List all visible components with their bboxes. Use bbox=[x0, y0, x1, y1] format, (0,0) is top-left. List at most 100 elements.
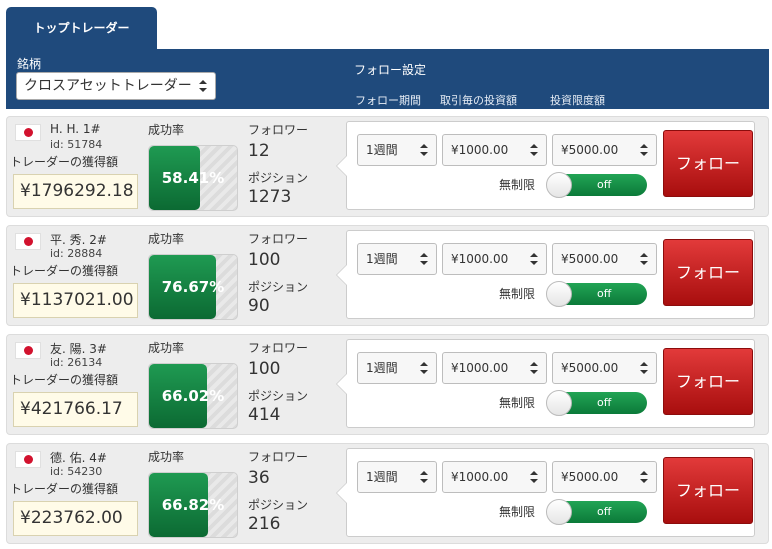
select-arrows-icon bbox=[420, 144, 428, 156]
limit-select[interactable]: ¥5000.00 bbox=[552, 134, 657, 166]
japan-flag-icon bbox=[15, 233, 41, 250]
period-select[interactable]: 1週間 bbox=[357, 352, 437, 384]
earnings-value: ¥421766.17 bbox=[13, 392, 138, 427]
per-trade-select-value: ¥1000.00 bbox=[451, 470, 509, 484]
per-trade-select-value: ¥1000.00 bbox=[451, 143, 509, 157]
follow-button[interactable]: フォロー bbox=[663, 457, 753, 524]
followers-label: フォロワー bbox=[248, 123, 309, 137]
trader-row: H. H. 1# id: 51784 トレーダーの獲得額 ¥1796292.18… bbox=[6, 116, 769, 217]
toggle-state-text: off bbox=[597, 505, 612, 518]
earnings-value: ¥1137021.00 bbox=[13, 283, 138, 318]
trader-name[interactable]: 平. 秀. 2# bbox=[50, 231, 107, 248]
success-rate-value: 66.82% bbox=[161, 496, 225, 514]
success-rate-value: 66.02% bbox=[161, 387, 225, 405]
follow-settings-panel: 1週間 ¥1000.00 ¥5000.00 無制限 off フォロー bbox=[336, 339, 755, 428]
followers-value: 36 bbox=[248, 468, 270, 488]
success-rate-label: 成功率 bbox=[148, 232, 185, 246]
limit-select[interactable]: ¥5000.00 bbox=[552, 352, 657, 384]
trader-id: id: 51784 bbox=[50, 138, 103, 151]
limit-select[interactable]: ¥5000.00 bbox=[552, 243, 657, 275]
column-header-period: フォロー期間 bbox=[355, 94, 421, 107]
followers-label: フォロワー bbox=[248, 341, 309, 355]
followers-value: 12 bbox=[248, 141, 270, 161]
success-rate-bar: 66.02% bbox=[148, 363, 238, 429]
select-arrows-icon bbox=[640, 144, 648, 156]
positions-label: ポジション bbox=[248, 280, 309, 294]
success-rate-label: 成功率 bbox=[148, 341, 185, 355]
earnings-value: ¥1796292.18 bbox=[13, 174, 138, 209]
period-select[interactable]: 1週間 bbox=[357, 461, 437, 493]
unlimited-label: 無制限 bbox=[499, 396, 536, 410]
limit-select-value: ¥5000.00 bbox=[561, 143, 619, 157]
trader-name[interactable]: 德. 佑. 4# bbox=[50, 449, 107, 466]
trader-row: 平. 秀. 2# id: 28884 トレーダーの獲得額 ¥1137021.00… bbox=[6, 225, 769, 326]
tab-top-traders[interactable]: トップトレーダー bbox=[6, 7, 157, 50]
per-trade-select[interactable]: ¥1000.00 bbox=[442, 352, 547, 384]
symbol-select-value: クロスアセットトレーダー bbox=[24, 78, 192, 94]
japan-flag-icon bbox=[15, 342, 41, 359]
toggle-knob bbox=[546, 499, 572, 525]
follow-settings-title: フォロー設定 bbox=[354, 63, 427, 77]
trader-row: 德. 佑. 4# id: 54230 トレーダーの獲得額 ¥223762.00 … bbox=[6, 443, 769, 544]
follow-button[interactable]: フォロー bbox=[663, 130, 753, 197]
column-header-limit: 投資限度額 bbox=[550, 94, 605, 107]
unlimited-label: 無制限 bbox=[499, 287, 536, 301]
select-arrows-icon bbox=[530, 362, 538, 374]
positions-value: 216 bbox=[248, 514, 281, 534]
period-select[interactable]: 1週間 bbox=[357, 243, 437, 275]
per-trade-select[interactable]: ¥1000.00 bbox=[442, 243, 547, 275]
unlimited-toggle[interactable]: off bbox=[546, 281, 647, 307]
positions-value: 90 bbox=[248, 296, 270, 316]
period-select-value: 1週間 bbox=[366, 470, 398, 484]
select-arrows-icon bbox=[530, 471, 538, 483]
followers-label: フォロワー bbox=[248, 232, 309, 246]
per-trade-select[interactable]: ¥1000.00 bbox=[442, 134, 547, 166]
trader-name[interactable]: H. H. 1# bbox=[50, 122, 101, 136]
followers-value: 100 bbox=[248, 250, 281, 270]
unlimited-label: 無制限 bbox=[499, 178, 536, 192]
trader-id: id: 28884 bbox=[50, 247, 103, 260]
success-rate-label: 成功率 bbox=[148, 450, 185, 464]
follow-settings-panel: 1週間 ¥1000.00 ¥5000.00 無制限 off フォロー bbox=[336, 121, 755, 210]
unlimited-toggle[interactable]: off bbox=[546, 390, 647, 416]
toggle-knob bbox=[546, 390, 572, 416]
period-select[interactable]: 1週間 bbox=[357, 134, 437, 166]
trader-row: 友. 陽. 3# id: 26134 トレーダーの獲得額 ¥421766.17 … bbox=[6, 334, 769, 435]
symbol-label: 銘柄 bbox=[17, 57, 42, 71]
success-rate-label: 成功率 bbox=[148, 123, 185, 137]
earnings-label: トレーダーの獲得額 bbox=[10, 264, 119, 278]
follow-settings-panel: 1週間 ¥1000.00 ¥5000.00 無制限 off フォロー bbox=[336, 448, 755, 537]
trader-name[interactable]: 友. 陽. 3# bbox=[50, 340, 107, 357]
limit-select-value: ¥5000.00 bbox=[561, 361, 619, 375]
positions-label: ポジション bbox=[248, 498, 309, 512]
earnings-label: トレーダーの獲得額 bbox=[10, 482, 119, 496]
per-trade-select-value: ¥1000.00 bbox=[451, 361, 509, 375]
unlimited-toggle[interactable]: off bbox=[546, 499, 647, 525]
period-select-value: 1週間 bbox=[366, 361, 398, 375]
select-arrows-icon bbox=[420, 471, 428, 483]
toggle-knob bbox=[546, 172, 572, 198]
follow-settings-panel: 1週間 ¥1000.00 ¥5000.00 無制限 off フォロー bbox=[336, 230, 755, 319]
positions-value: 414 bbox=[248, 405, 281, 425]
toggle-state-text: off bbox=[597, 396, 612, 409]
select-arrows-icon bbox=[530, 144, 538, 156]
limit-select[interactable]: ¥5000.00 bbox=[552, 461, 657, 493]
select-arrows-icon bbox=[199, 80, 207, 92]
toggle-knob bbox=[546, 281, 572, 307]
earnings-value: ¥223762.00 bbox=[13, 501, 138, 536]
success-rate-bar: 58.41% bbox=[148, 145, 238, 211]
per-trade-select[interactable]: ¥1000.00 bbox=[442, 461, 547, 493]
select-arrows-icon bbox=[420, 362, 428, 374]
success-rate-bar: 76.67% bbox=[148, 254, 238, 320]
period-select-value: 1週間 bbox=[366, 252, 398, 266]
follow-button[interactable]: フォロー bbox=[663, 348, 753, 415]
follow-button[interactable]: フォロー bbox=[663, 239, 753, 306]
followers-value: 100 bbox=[248, 359, 281, 379]
column-header-per-trade: 取引毎の投資額 bbox=[440, 94, 517, 107]
unlimited-toggle[interactable]: off bbox=[546, 172, 647, 198]
per-trade-select-value: ¥1000.00 bbox=[451, 252, 509, 266]
toggle-state-text: off bbox=[597, 178, 612, 191]
success-rate-value: 58.41% bbox=[161, 169, 225, 187]
trader-id: id: 54230 bbox=[50, 465, 103, 478]
symbol-select[interactable]: クロスアセットトレーダー bbox=[16, 72, 216, 100]
